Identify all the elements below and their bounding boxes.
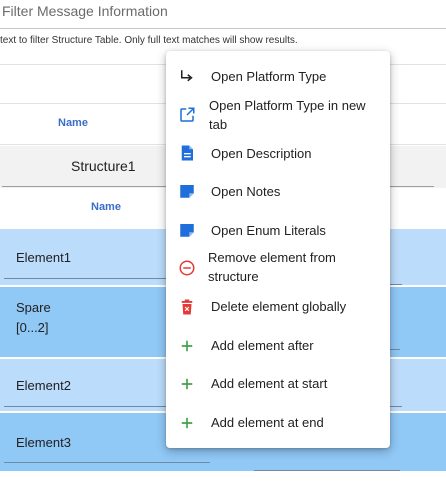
filter-hint-text: text to filter Structure Table. Only ful… <box>0 35 298 46</box>
menu-item-label: Open Notes <box>211 184 281 199</box>
remove-circle-icon <box>179 260 195 276</box>
menu-item-label: Add element at start <box>211 376 328 391</box>
element-name-underline <box>4 406 180 407</box>
plus-icon <box>181 340 193 352</box>
note-icon <box>180 185 194 198</box>
menu-item-open-description[interactable]: Open Description <box>166 143 390 165</box>
structure-name[interactable]: Structure1 <box>71 158 136 174</box>
menu-item-delete-element-globally[interactable]: Delete element globally <box>166 296 390 318</box>
element-name[interactable]: Element3 <box>16 435 71 450</box>
description-icon <box>181 145 193 161</box>
menu-item-open-notes[interactable]: Open Notes <box>166 181 390 203</box>
menu-item-remove-element[interactable]: Remove element from structure <box>166 248 390 288</box>
filter-input-label[interactable]: Filter Message Information <box>2 3 168 19</box>
note-icon <box>180 224 194 237</box>
menu-item-label: Open Enum Literals <box>211 223 326 238</box>
menu-item-label: Add element after <box>211 338 314 353</box>
plus-icon <box>181 378 193 390</box>
menu-item-label: Add element at end <box>211 415 324 430</box>
menu-item-open-platform-type[interactable]: Open Platform Type <box>166 66 390 88</box>
menu-item-add-element-at-end[interactable]: Add element at end <box>166 412 390 434</box>
menu-item-open-enum-literals[interactable]: Open Enum Literals <box>166 220 390 242</box>
menu-item-add-element-at-start[interactable]: Add element at start <box>166 373 390 395</box>
plus-icon <box>181 417 193 429</box>
trash-icon <box>181 299 193 315</box>
element-field-underline <box>254 470 400 471</box>
filter-input-underline[interactable] <box>0 28 446 29</box>
element-name-underline <box>4 462 210 463</box>
menu-item-label: Open Platform Type <box>211 69 327 84</box>
element-name[interactable]: Element1 <box>16 250 71 265</box>
sub-column-header-name[interactable]: Name <box>91 201 121 213</box>
menu-item-add-element-after[interactable]: Add element after <box>166 335 390 357</box>
element-name-underline <box>4 278 180 279</box>
context-menu: Open Platform Type Open Platform Type in… <box>166 51 390 448</box>
menu-item-label: Open Platform Type in new tab <box>209 98 366 132</box>
menu-item-label: Delete element globally <box>211 299 347 314</box>
element-name[interactable]: Element2 <box>16 378 71 393</box>
structure-name-underline <box>2 186 172 187</box>
open-in-new-icon <box>180 107 195 122</box>
column-header-name[interactable]: Name <box>58 117 88 129</box>
element-name[interactable]: Spare <box>16 300 51 315</box>
subdirectory-arrow-icon <box>181 70 193 82</box>
element-range: [0...2] <box>16 320 49 335</box>
menu-item-label: Open Description <box>211 146 312 161</box>
menu-item-label: Remove element from structure <box>208 250 336 284</box>
menu-item-open-platform-type-new-tab[interactable]: Open Platform Type in new tab <box>166 96 390 136</box>
